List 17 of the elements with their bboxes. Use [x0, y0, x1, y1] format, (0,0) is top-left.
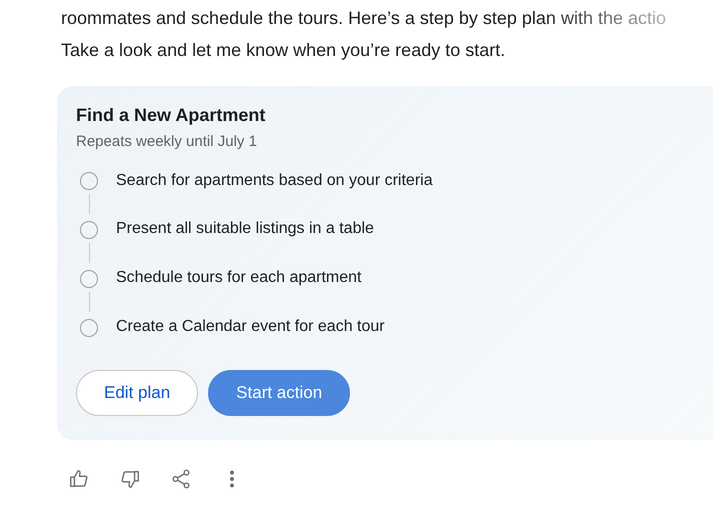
thumbs-down-icon[interactable] [119, 468, 141, 490]
message-text: roommates and schedule the tours. Here’s a step by step plan with the actio [61, 7, 668, 30]
message-text: Take a look and let me know when you’re ready to start. [61, 39, 506, 62]
step-label: Schedule tours for each apartment [116, 268, 362, 288]
step-label: Search for apartments based on your criteria [116, 170, 433, 190]
step-circle-icon [80, 319, 98, 337]
step-circle-icon [80, 270, 98, 288]
plan-title: Find a New Apartment [76, 104, 266, 127]
thumbs-up-icon[interactable] [68, 468, 90, 490]
step-circle-icon [80, 172, 98, 190]
edit-plan-button[interactable]: Edit plan [76, 370, 198, 416]
step-label: Create a Calendar event for each tour [116, 317, 385, 337]
plan-subtitle: Repeats weekly until July 1 [76, 132, 258, 151]
step-label: Present all suitable listings in a table [116, 219, 374, 239]
start-action-button[interactable]: Start action [208, 370, 350, 416]
share-icon[interactable] [170, 468, 192, 490]
step-circle-icon [80, 221, 98, 239]
